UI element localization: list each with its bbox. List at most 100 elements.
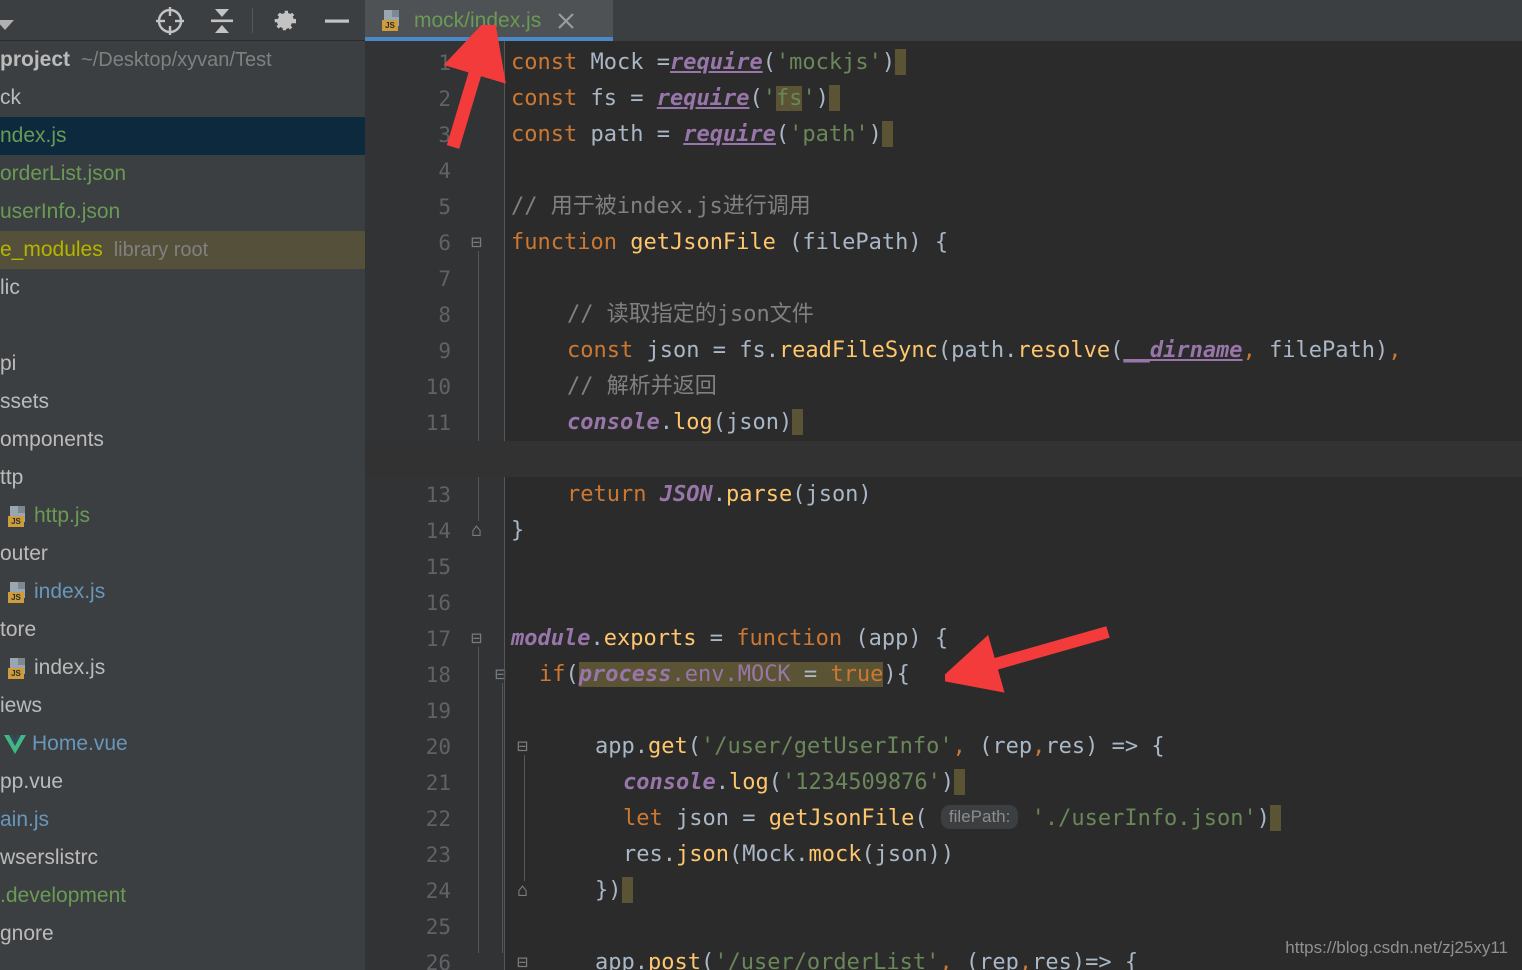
- tree-item-label: wserslistrc: [0, 846, 98, 869]
- tree-item-label: ck: [0, 86, 21, 109]
- line-number: 16: [425, 591, 451, 615]
- tree-item[interactable]: JS index.js: [0, 573, 365, 611]
- tree-item[interactable]: .development: [0, 877, 365, 915]
- tree-item[interactable]: JS http.js: [0, 497, 365, 535]
- tree-item[interactable]: project ~/Desktop/xyvan/Test: [0, 41, 365, 79]
- js-file-icon: JS: [8, 505, 27, 527]
- code-line[interactable]: return JSON.parse(json): [567, 477, 872, 513]
- code-line[interactable]: module.exports = function (app) {: [511, 621, 948, 657]
- tree-item[interactable]: ttp: [0, 459, 365, 497]
- line-number: 4: [438, 159, 451, 183]
- fold-toggle-icon[interactable]: ⊟: [471, 621, 482, 657]
- tree-item[interactable]: omponents: [0, 421, 365, 459]
- line-number: 21: [425, 771, 451, 795]
- tree-item-label: .development: [0, 884, 127, 907]
- line-number: 15: [425, 555, 451, 579]
- vue-file-icon: [4, 734, 26, 754]
- line-number: 14: [425, 519, 451, 543]
- caret-block: [828, 85, 840, 111]
- tree-item[interactable]: Home.vue: [0, 725, 365, 763]
- line-number: 13: [425, 483, 451, 507]
- tree-item[interactable]: ck: [0, 79, 365, 117]
- line-number: 2: [438, 87, 451, 111]
- tree-item-label: pp.vue: [0, 770, 64, 793]
- code-line[interactable]: // 用于被index.js进行调用: [511, 189, 811, 225]
- tree-item-label: e_modules: [0, 238, 103, 261]
- minimize-icon[interactable]: [315, 0, 359, 41]
- tree-item-label: http.js: [34, 504, 91, 527]
- code-line[interactable]: const json = fs.readFileSync(path.resolv…: [567, 333, 1402, 369]
- code-folding-gutter[interactable]: ⊟ ⌂ ⊟ ⊟ ⊟ ⌂ ⊟: [467, 41, 528, 970]
- line-number: 17: [425, 627, 451, 651]
- tree-item-label: index.js: [34, 580, 106, 603]
- tree-item-sublabel: library root: [113, 238, 209, 261]
- line-number: 24: [425, 879, 451, 903]
- fold-toggle-icon[interactable]: ⌂: [471, 513, 482, 549]
- tree-item-label: gnore: [0, 922, 54, 945]
- tree-item-label: ain.js: [0, 808, 50, 831]
- caret-block: [895, 49, 907, 75]
- line-number: 25: [425, 915, 451, 939]
- caret-block: [881, 121, 893, 147]
- code-line[interactable]: const fs = require('fs'): [511, 81, 840, 117]
- locate-target-icon[interactable]: [148, 0, 192, 41]
- tree-item-label: ndex.js: [0, 124, 67, 147]
- tree-item-label: Home.vue: [32, 732, 128, 755]
- tree-item[interactable]: ssets: [0, 383, 365, 421]
- tree-item[interactable]: ain.js: [0, 801, 365, 839]
- tree-item[interactable]: userInfo.json: [0, 193, 365, 231]
- project-scope-dropdown-caret[interactable]: [0, 12, 18, 43]
- line-number: 1: [438, 51, 451, 75]
- line-number: 10: [425, 375, 451, 399]
- line-number: 22: [425, 807, 451, 831]
- js-file-icon: JS: [8, 581, 27, 603]
- tree-item[interactable]: [0, 953, 365, 970]
- tree-item[interactable]: e_modules library root: [0, 231, 365, 269]
- code-line[interactable]: // 读取指定的json文件: [567, 297, 814, 333]
- code-line[interactable]: }: [511, 513, 524, 549]
- code-line[interactable]: const path = require('path'): [511, 117, 893, 153]
- project-file-tree[interactable]: project ~/Desktop/xyvan/Test ck ndex.js orde…: [0, 41, 365, 970]
- tree-item-label: lic: [0, 276, 20, 299]
- gear-icon[interactable]: [263, 0, 307, 41]
- tree-item[interactable]: outer: [0, 535, 365, 573]
- code-line[interactable]: app.post('/user/orderList', (rep,res)=> …: [595, 945, 1138, 970]
- fold-toggle-icon[interactable]: ⊟: [471, 225, 482, 261]
- tree-item[interactable]: gnore: [0, 915, 365, 953]
- code-line[interactable]: const Mock =require('mockjs'): [511, 45, 907, 81]
- tree-item[interactable]: pi: [0, 345, 365, 383]
- code-editor[interactable]: 1234567891011121314151617181920212223242…: [365, 41, 1522, 970]
- line-number: 18: [425, 663, 451, 687]
- code-line[interactable]: let json = getJsonFile( filePath: './use…: [623, 801, 1282, 837]
- close-icon[interactable]: [555, 10, 577, 32]
- code-line[interactable]: console.log('1234509876'): [623, 765, 966, 801]
- tab-mock-index-js[interactable]: JS mock/index.js: [365, 0, 613, 41]
- tree-item[interactable]: iews: [0, 687, 365, 725]
- code-content[interactable]: const Mock =require('mockjs') const fs = …: [365, 41, 1522, 970]
- code-line[interactable]: app.get('/user/getUserInfo', (rep,res) =…: [595, 729, 1165, 765]
- tree-item[interactable]: ndex.js: [0, 117, 365, 155]
- tree-item[interactable]: wserslistrc: [0, 839, 365, 877]
- collapse-all-icon[interactable]: [200, 0, 244, 41]
- tree-item-label: pi: [0, 352, 17, 375]
- code-line[interactable]: // 解析并返回: [567, 369, 717, 405]
- code-line[interactable]: function getJsonFile (filePath) {: [511, 225, 948, 261]
- line-number: 7: [438, 267, 451, 291]
- toolbar-separator: [252, 8, 253, 33]
- tree-item[interactable]: lic: [0, 269, 365, 307]
- tree-item[interactable]: [0, 307, 365, 345]
- code-line[interactable]: res.json(Mock.mock(json)): [623, 837, 954, 873]
- fold-guide-line: [502, 683, 503, 953]
- tree-item-label: ssets: [0, 390, 50, 413]
- code-line[interactable]: }): [595, 873, 633, 909]
- current-line-highlight: [365, 441, 1522, 477]
- line-number: 11: [425, 411, 451, 435]
- code-line[interactable]: if(process.env.MOCK = true){: [539, 657, 910, 693]
- editor-tab-bar: JS mock/index.js: [365, 0, 1522, 41]
- tree-item[interactable]: JS index.js: [0, 649, 365, 687]
- line-number: 9: [438, 339, 451, 363]
- code-line[interactable]: console.log(json): [567, 405, 804, 441]
- tree-item[interactable]: pp.vue: [0, 763, 365, 801]
- tree-item[interactable]: tore: [0, 611, 365, 649]
- tree-item[interactable]: orderList.json: [0, 155, 365, 193]
